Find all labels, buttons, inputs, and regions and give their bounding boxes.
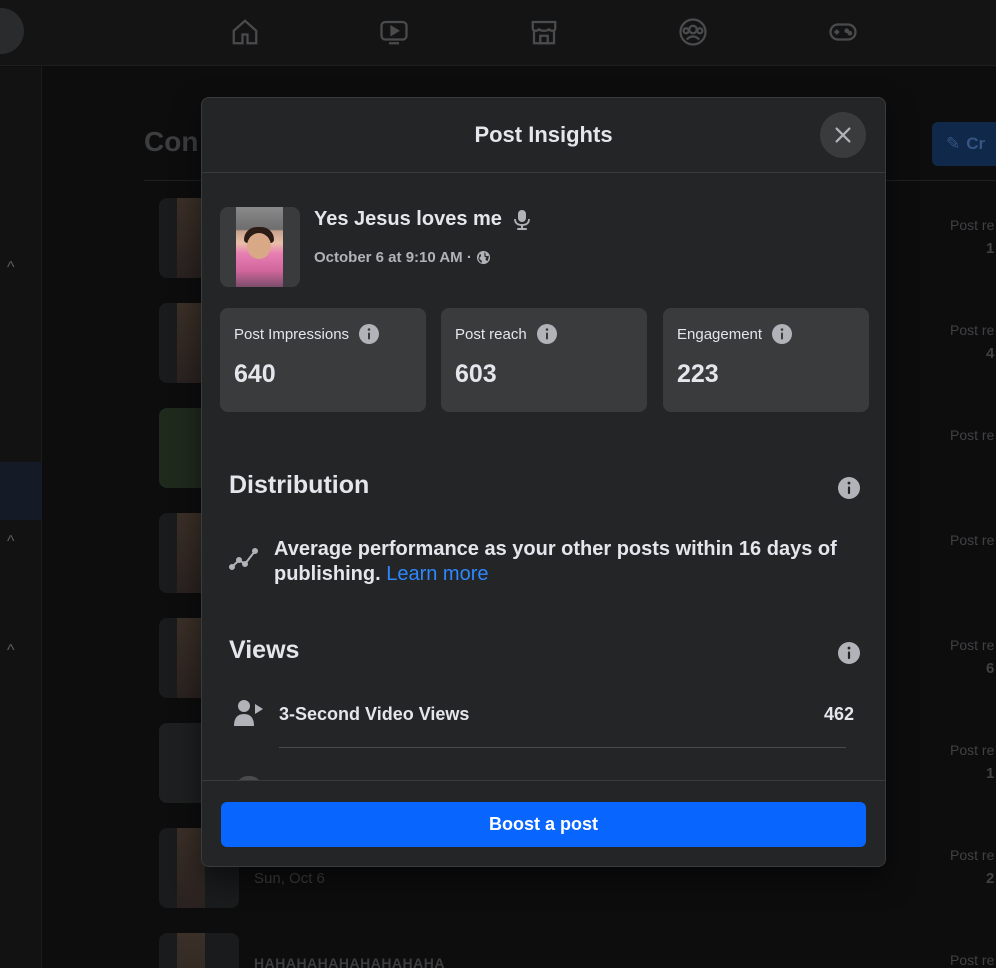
metric-card-impressions: Post Impressions 640 (220, 308, 426, 412)
info-icon[interactable] (838, 477, 860, 499)
distribution-description: Average performance as your other posts … (274, 537, 864, 587)
trend-icon (229, 548, 258, 570)
post-thumbnail[interactable] (159, 933, 239, 968)
microphone-icon (514, 209, 530, 230)
metric-label: Post reach (455, 325, 527, 343)
distribution-text: Average performance as your other posts … (274, 538, 837, 585)
views-heading: Views (229, 636, 300, 664)
profile-avatar[interactable] (0, 8, 24, 54)
row-reach-value: 1 (986, 765, 995, 782)
metric-card-engagement: Engagement 223 (663, 308, 869, 412)
row-reach-value: 2 (986, 870, 995, 887)
row-reach-label: Post re (950, 217, 995, 233)
create-button-label: Cr (966, 134, 986, 153)
video-views-value: 462 (823, 704, 854, 724)
row-reach-label: Post re (950, 532, 995, 548)
row-reach-value: 6 (986, 660, 995, 677)
post-thumbnail[interactable] (220, 207, 300, 287)
dialog-title: Post Insights (474, 122, 613, 147)
info-icon[interactable] (536, 324, 557, 344)
video-icon[interactable] (377, 15, 411, 49)
row-reach-value: 4 (986, 345, 995, 362)
metric-label: Engagement (677, 325, 763, 343)
divider (279, 747, 846, 748)
info-icon[interactable] (772, 324, 793, 344)
row-reach-label: Post re (950, 847, 995, 863)
dialog-footer: Boost a post (202, 780, 885, 866)
row-reach-value: 1 (986, 240, 995, 257)
post-date: Sun, Oct 6 (254, 870, 325, 887)
row-reach-label: Post re (950, 427, 995, 443)
info-icon[interactable] (359, 324, 380, 344)
post-title: Yes Jesus loves me (314, 208, 532, 231)
row-reach-label: Post re (950, 637, 995, 653)
metric-value: 223 (677, 360, 719, 388)
home-icon[interactable] (228, 15, 262, 49)
distribution-heading: Distribution (229, 471, 370, 499)
chevron-up-icon[interactable]: ^ (7, 534, 15, 550)
groups-icon[interactable] (676, 15, 710, 49)
gaming-icon[interactable] (826, 15, 860, 49)
page-title: Con (144, 126, 199, 157)
metric-card-reach: Post reach 603 (441, 308, 647, 412)
post-insights-dialog: Post Insights Yes Jesus loves me October… (201, 97, 886, 867)
marketplace-icon[interactable] (527, 15, 561, 49)
top-navigation-bar (0, 0, 996, 66)
left-sidebar: ^ ^ ^ (0, 67, 42, 968)
person-video-icon (234, 700, 263, 726)
row-reach-label: Post re (950, 952, 995, 968)
info-icon[interactable] (838, 642, 860, 664)
metric-value: 603 (455, 360, 497, 388)
edit-icon: ✎ (946, 134, 961, 153)
post-text: HAHAHAHAHAHAHAHAHA (254, 955, 445, 968)
post-date-text: October 6 at 9:10 AM · (314, 249, 472, 266)
chevron-up-icon[interactable]: ^ (7, 643, 15, 659)
video-views-label: 3-Second Video Views (279, 704, 470, 724)
dialog-header: Post Insights (202, 98, 885, 173)
learn-more-link[interactable]: Learn more (386, 563, 488, 585)
globe-icon (476, 250, 490, 265)
metric-label: Post Impressions (234, 325, 350, 343)
boost-post-button[interactable]: Boost a post (221, 802, 866, 847)
post-title-text: Yes Jesus loves me (314, 208, 502, 230)
close-icon (835, 127, 851, 143)
row-reach-label: Post re (950, 742, 995, 758)
create-button[interactable]: ✎ Cr (932, 122, 996, 166)
post-date: October 6 at 9:10 AM · (314, 249, 491, 266)
row-reach-label: Post re (950, 322, 995, 338)
close-button[interactable] (820, 112, 866, 158)
chevron-up-icon[interactable]: ^ (7, 260, 15, 276)
metric-value: 640 (234, 360, 276, 388)
sidebar-selected-item[interactable] (0, 462, 42, 520)
